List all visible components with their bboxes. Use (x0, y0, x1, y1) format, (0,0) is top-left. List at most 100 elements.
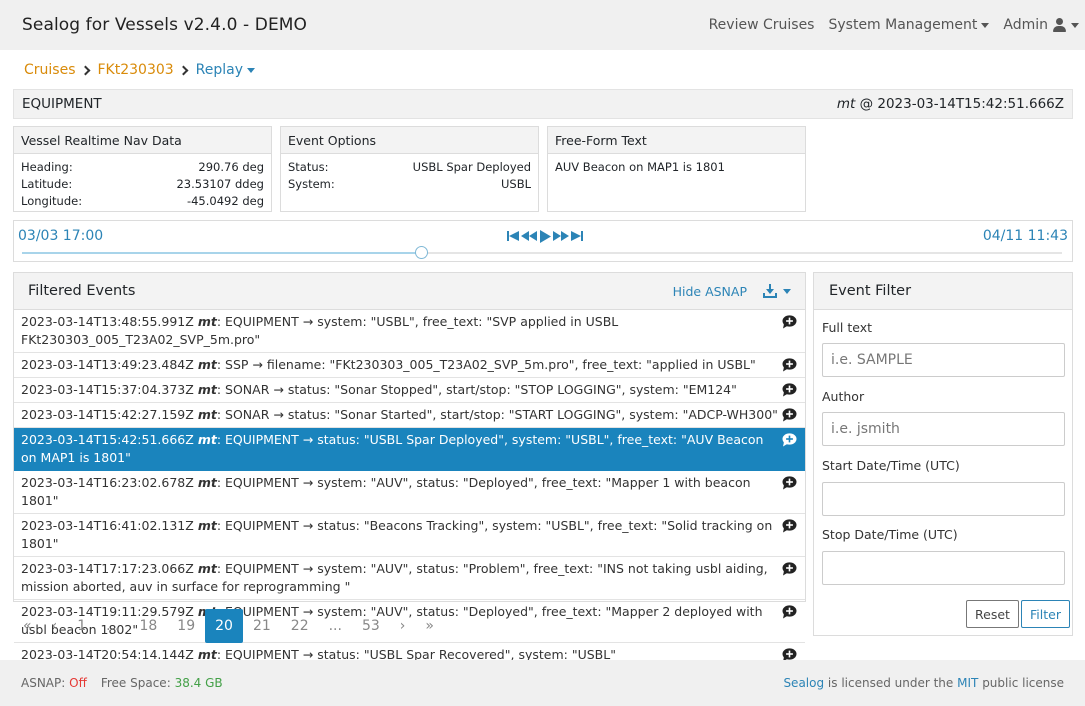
free-space-value: 38.4 GB (174, 676, 223, 690)
start-datetime-label: Start Date/Time (UTC) (822, 458, 960, 473)
event-timestamp: 2023-03-14T13:48:55.991Z (21, 314, 194, 329)
license-text-1: is licensed under the (827, 676, 954, 690)
page-link[interactable]: 1 (67, 609, 96, 643)
filter-button[interactable]: Filter (1021, 600, 1070, 628)
add-comment-icon[interactable] (782, 519, 797, 533)
event-row[interactable]: 2023-03-14T17:17:23.066Z mt: EQUIPMENT →… (14, 557, 805, 600)
heading-value: 290.76 deg (198, 160, 264, 174)
asnap-value: Off (69, 676, 87, 690)
replay-dropdown[interactable]: Replay (195, 62, 256, 78)
arrow-right-icon: → (302, 432, 314, 447)
event-author: mt (197, 432, 217, 447)
event-author: mt (197, 475, 217, 490)
page-link[interactable]: « (13, 609, 42, 643)
play-icon[interactable] (538, 229, 552, 243)
add-comment-icon[interactable] (782, 476, 797, 490)
fulltext-input[interactable] (822, 343, 1065, 377)
replay-controls: 03/03 17:00 04/11 11:43 (13, 220, 1073, 262)
caret-down-icon (783, 288, 791, 294)
event-row[interactable]: 2023-03-14T16:41:02.131Z mt: EQUIPMENT →… (14, 514, 805, 557)
event-timestamp: 2023-03-14T15:37:04.373Z (21, 382, 194, 397)
page-link[interactable]: 18 (129, 609, 167, 643)
event-row[interactable]: 2023-03-14T16:23:02.678Z mt: EQUIPMENT →… (14, 471, 805, 514)
skip-to-end-icon[interactable] (570, 229, 584, 243)
reset-button[interactable]: Reset (966, 600, 1019, 628)
add-comment-icon[interactable] (782, 358, 797, 372)
rewind-icon[interactable] (520, 229, 538, 243)
mit-link[interactable]: MIT (957, 676, 978, 690)
fast-forward-icon[interactable] (552, 229, 570, 243)
page-link[interactable]: 22 (281, 609, 319, 643)
start-datetime-input[interactable] (822, 482, 1065, 516)
page-link[interactable]: 19 (167, 609, 205, 643)
nav-data-title: Vessel Realtime Nav Data (14, 127, 271, 154)
download-menu[interactable] (763, 284, 791, 298)
arrow-right-icon: → (273, 407, 284, 422)
hide-asnap-toggle[interactable]: Hide ASNAP (673, 284, 747, 299)
arrow-right-icon: → (302, 475, 314, 490)
free-form-title: Free-Form Text (548, 127, 805, 154)
page-link[interactable]: » (415, 609, 444, 643)
replay-slider-handle[interactable] (415, 246, 429, 259)
event-row[interactable]: 2023-03-14T13:48:55.991Z mt: EQUIPMENT →… (14, 310, 805, 353)
page-link[interactable]: 21 (243, 609, 281, 643)
user-icon (1053, 18, 1067, 32)
event-filter-title: Event Filter (814, 273, 1072, 310)
review-cruises-link[interactable]: Review Cruises (709, 17, 815, 33)
app-title[interactable]: Sealog for Vessels v2.4.0 - DEMO (22, 15, 307, 35)
event-row[interactable]: 2023-03-14T13:49:23.484Z mt: SSP → filen… (14, 353, 805, 378)
add-comment-icon[interactable] (782, 562, 797, 576)
playback-buttons (506, 229, 584, 243)
add-comment-icon[interactable] (782, 605, 797, 619)
add-comment-icon[interactable] (782, 408, 797, 422)
replay-label: Replay (195, 62, 244, 78)
event-row[interactable]: 2023-03-14T15:37:04.373Z mt: SONAR → sta… (14, 378, 805, 403)
free-form-card: Free-Form Text AUV Beacon on MAP1 is 180… (547, 126, 806, 212)
event-options-card: Event Options Status: USBL Spar Deployed … (280, 126, 539, 212)
page-link[interactable]: › (390, 609, 416, 643)
page-link[interactable]: 53 (352, 609, 390, 643)
system-management-menu[interactable]: System Management (828, 17, 990, 33)
author-input[interactable] (822, 412, 1065, 446)
fulltext-label: Full text (822, 320, 873, 335)
sealog-link[interactable]: Sealog (783, 676, 824, 690)
page-link[interactable]: ... (96, 609, 129, 643)
add-comment-icon[interactable] (782, 383, 797, 397)
replay-slider-track[interactable] (22, 252, 1062, 254)
filtered-events-header: Filtered Events Hide ASNAP (14, 273, 805, 310)
admin-menu[interactable]: Admin (1003, 17, 1079, 33)
breadcrumb-cruise-id[interactable]: FKt230303 (98, 62, 174, 78)
skip-to-start-icon[interactable] (506, 229, 520, 243)
event-timestamp: 2023-03-14T15:42:27.159Z (21, 407, 194, 422)
page-link[interactable]: ‹ (42, 609, 68, 643)
nav-menu: Review Cruises System Management Admin (695, 0, 1085, 50)
page-link[interactable]: 20 (205, 609, 243, 643)
event-value: : EQUIPMENT (216, 475, 299, 490)
breadcrumb-cruises[interactable]: Cruises (24, 62, 76, 78)
longitude-value: -45.0492 deg (186, 194, 264, 208)
current-event-meta: mt @ 2023-03-14T15:42:51.666Z (837, 96, 1064, 112)
page-link[interactable]: ... (319, 609, 352, 643)
add-comment-icon[interactable] (782, 315, 797, 329)
current-event-header: EQUIPMENT mt @ 2023-03-14T15:42:51.666Z (13, 89, 1073, 119)
free-space: Free Space: 38.4 GB (101, 676, 223, 690)
current-event-value: EQUIPMENT (22, 96, 102, 112)
status-label: Status: (288, 160, 329, 174)
replay-start-time: 03/03 17:00 (18, 228, 104, 244)
event-author: mt (197, 314, 217, 329)
event-timestamp: 2023-03-14T17:17:23.066Z (21, 561, 194, 576)
event-value: : SONAR (216, 407, 270, 422)
event-timestamp: 2023-03-14T16:23:02.678Z (21, 475, 194, 490)
event-author: mt (197, 357, 217, 372)
event-author: mt (197, 518, 217, 533)
stop-datetime-input[interactable] (822, 551, 1065, 585)
event-value: : EQUIPMENT (216, 561, 299, 576)
event-row[interactable]: 2023-03-14T15:42:51.666Z mt: EQUIPMENT →… (14, 428, 805, 471)
event-row[interactable]: 2023-03-14T15:42:27.159Z mt: SONAR → sta… (14, 403, 805, 428)
arrow-right-icon: → (302, 314, 314, 329)
latitude-label: Latitude: (21, 177, 73, 191)
add-comment-icon[interactable] (782, 433, 797, 447)
footer: ASNAP: Off Free Space: 38.4 GB Sealog is… (0, 660, 1085, 706)
event-timestamp: 2023-03-14T15:42:51.666Z (21, 432, 194, 447)
stop-datetime-label: Stop Date/Time (UTC) (822, 527, 958, 542)
